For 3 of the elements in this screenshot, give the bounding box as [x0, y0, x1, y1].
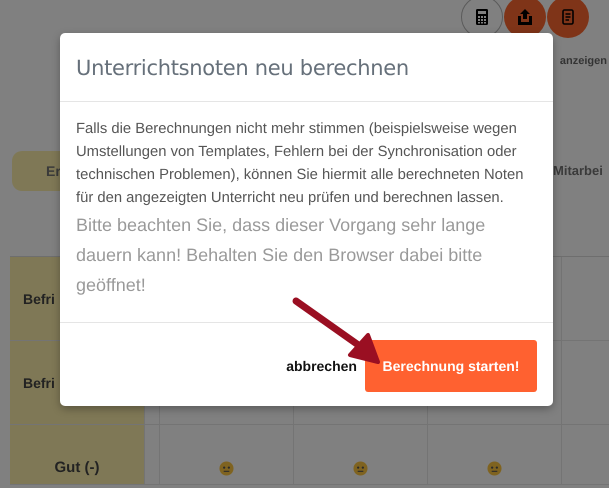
- table-cell: Gut (-): [10, 425, 145, 485]
- dialog-text: Falls die Berechnungen nicht mehr stimmen (beispielsweise wegen Umstellungen von Templates, Fehlern bei der Synchronisation oder technischen Problemen), können Sie hiermit alle berechneten Noten für den angezeigten Unterricht neu prüfen und berechnen lassen.: [76, 120, 524, 208]
- dialog-title: Unterrichtsnoten neu berechnen: [76, 55, 409, 82]
